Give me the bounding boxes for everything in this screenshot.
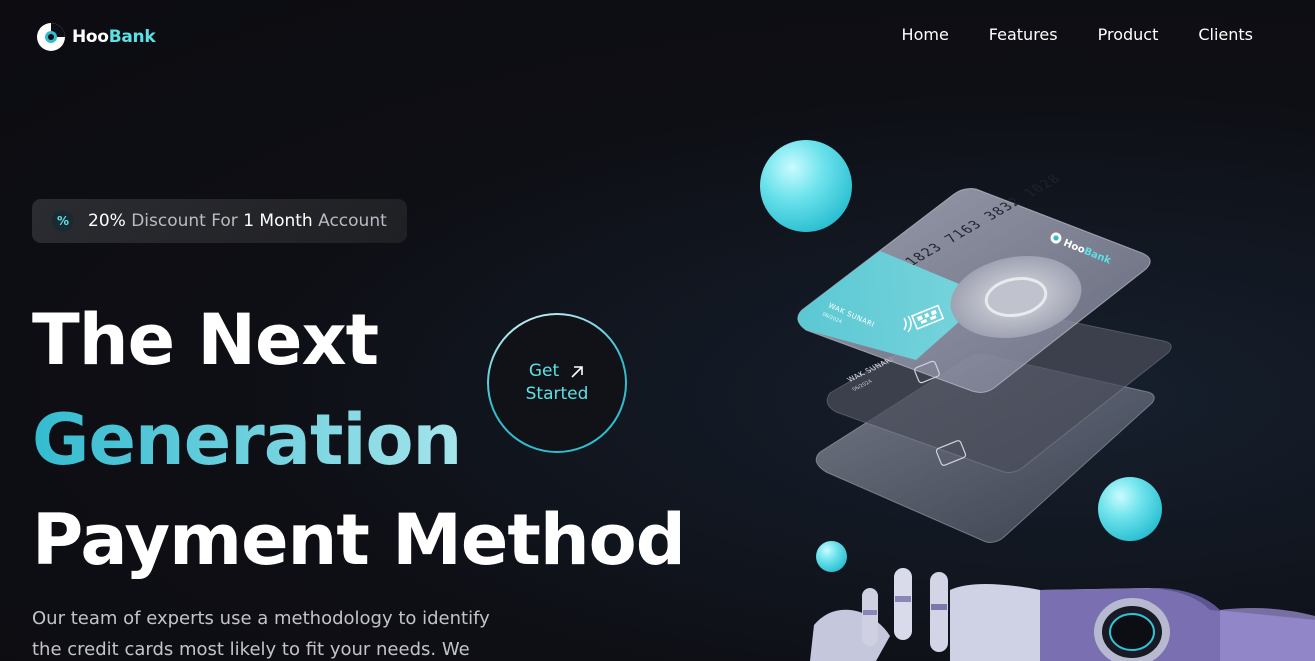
nav-item-clients[interactable]: Clients [1198,25,1253,44]
hero-paragraph: Our team of experts use a methodology to… [32,608,490,660]
hero-title-line-3: Payment Method [32,499,686,581]
get-started-label-1: Get [528,361,560,381]
nav-item-product[interactable]: Product [1098,25,1159,44]
nav-item-features[interactable]: Features [989,25,1058,44]
navbar: HooBank Home Features Product Clients [0,0,1315,72]
arrow-up-right-icon [571,365,583,378]
cards-stack: WAK SUNARI 06/2024 1823 7163 3832 1028 H… [797,172,1315,661]
get-started-row: Get [529,360,585,383]
logo-icon [37,23,65,51]
get-started-label-2: Started [525,384,589,404]
discount-text: 20% Discount For 1 Month Account [88,211,387,231]
discount-badge: % 20% Discount For 1 Month Account [32,199,407,243]
get-started-inner: Get Started [489,315,625,451]
logo[interactable]: HooBank [34,20,156,54]
discount-icon: % [52,210,74,232]
hero-illustration: WAK SUNARI 06/2024 1823 7163 3832 1028 H… [740,120,1315,661]
logo-text: HooBank [72,27,156,47]
nav-item-home[interactable]: Home [902,25,949,44]
nav-links: Home Features Product Clients [902,25,1253,44]
get-started-button[interactable]: Get Started [487,313,627,453]
robot-hand [810,568,1315,661]
